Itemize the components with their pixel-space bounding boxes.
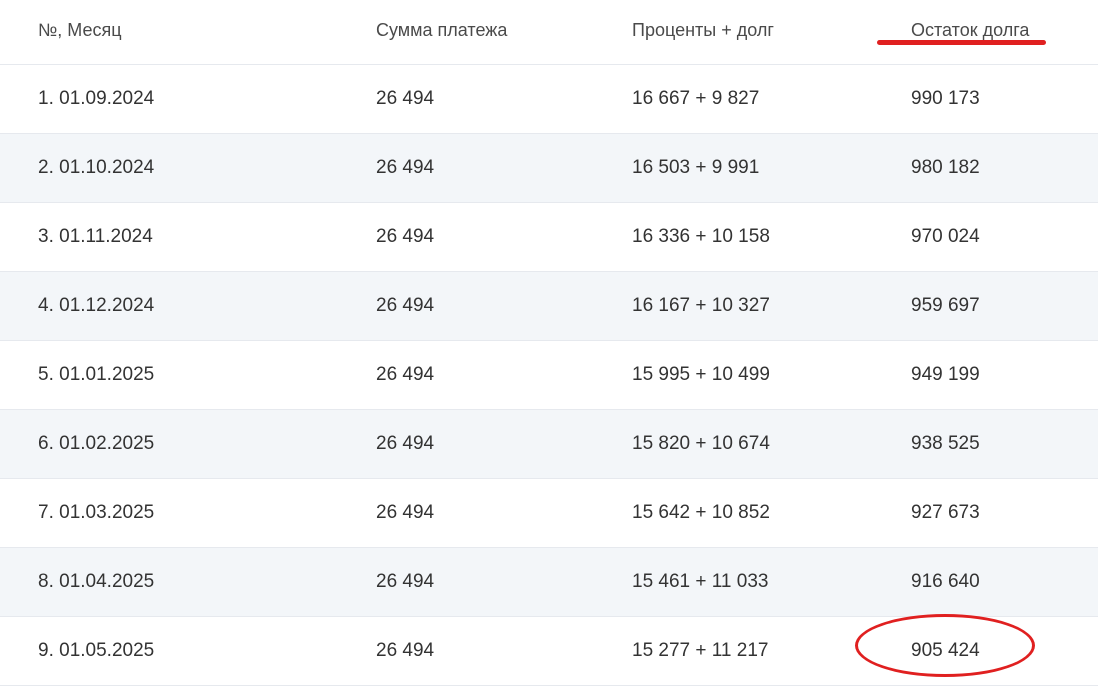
cell-split: 16 336 + 10 158 (632, 226, 770, 247)
cell-month: 9. 01.05.2025 (38, 640, 155, 661)
cell-month: 4. 01.12.2024 (38, 295, 155, 316)
red-underline-annotation (877, 40, 1046, 45)
cell-balance: 990 173 (911, 88, 980, 109)
cell-balance: 970 024 (911, 226, 980, 247)
cell-balance: 980 182 (911, 157, 980, 178)
cell-month: 6. 01.02.2025 (38, 433, 155, 454)
table-row: 2. 01.10.2024 26 494 16 503 + 9 991 980 … (0, 134, 1098, 203)
table-row: 4. 01.12.2024 26 494 16 167 + 10 327 959… (0, 272, 1098, 341)
cell-payment: 26 494 (376, 571, 435, 592)
table-row: 8. 01.04.2025 26 494 15 461 + 11 033 916… (0, 548, 1098, 617)
cell-balance: 916 640 (911, 571, 980, 592)
cell-split: 15 995 + 10 499 (632, 364, 770, 385)
header-num-month: №, Месяц (38, 19, 122, 40)
red-circle-annotation (855, 614, 1035, 677)
cell-payment: 26 494 (376, 640, 435, 661)
cell-balance: 959 697 (911, 295, 980, 316)
table-row: 1. 01.09.2024 26 494 16 667 + 9 827 990 … (0, 65, 1098, 134)
cell-split: 16 167 + 10 327 (632, 295, 770, 316)
table-row: 6. 01.02.2025 26 494 15 820 + 10 674 938… (0, 410, 1098, 479)
cell-payment: 26 494 (376, 226, 435, 247)
cell-balance: 938 525 (911, 433, 980, 454)
cell-split: 16 503 + 9 991 (632, 157, 760, 178)
payment-schedule-table: №, Месяц Сумма платежа Проценты + долг О… (0, 0, 1098, 686)
cell-payment: 26 494 (376, 88, 435, 109)
table-row: 5. 01.01.2025 26 494 15 995 + 10 499 949… (0, 341, 1098, 410)
cell-payment: 26 494 (376, 433, 435, 454)
cell-payment: 26 494 (376, 295, 435, 316)
cell-month: 8. 01.04.2025 (38, 571, 155, 592)
cell-payment: 26 494 (376, 364, 435, 385)
cell-split: 15 461 + 11 033 (632, 571, 769, 592)
header-payment: Сумма платежа (376, 19, 508, 40)
cell-payment: 26 494 (376, 502, 435, 523)
table-row: 7. 01.03.2025 26 494 15 642 + 10 852 927… (0, 479, 1098, 548)
table-header: №, Месяц Сумма платежа Проценты + долг О… (0, 0, 1098, 65)
header-balance: Остаток долга (911, 19, 1030, 40)
cell-month: 2. 01.10.2024 (38, 157, 155, 178)
cell-split: 15 277 + 11 217 (632, 640, 769, 661)
cell-payment: 26 494 (376, 157, 435, 178)
cell-month: 7. 01.03.2025 (38, 502, 155, 523)
cell-split: 16 667 + 9 827 (632, 88, 760, 109)
cell-balance: 949 199 (911, 364, 980, 385)
cell-split: 15 820 + 10 674 (632, 433, 770, 454)
cell-month: 3. 01.11.2024 (38, 226, 153, 247)
cell-split: 15 642 + 10 852 (632, 502, 770, 523)
cell-month: 1. 01.09.2024 (38, 88, 155, 109)
cell-balance: 927 673 (911, 502, 980, 523)
table-row: 3. 01.11.2024 26 494 16 336 + 10 158 970… (0, 203, 1098, 272)
header-interest-principal: Проценты + долг (632, 19, 774, 40)
cell-month: 5. 01.01.2025 (38, 364, 155, 385)
